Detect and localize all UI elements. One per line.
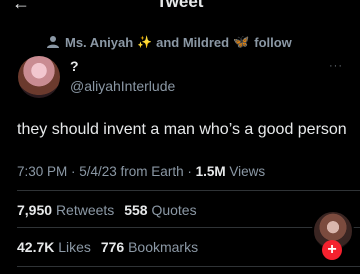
top-bar: ← Tweet bbox=[0, 0, 360, 14]
author-avatar[interactable] bbox=[18, 56, 60, 98]
likes-label[interactable]: Likes bbox=[58, 239, 91, 255]
social-context-action: follow bbox=[254, 34, 292, 50]
more-options-icon[interactable]: ··· bbox=[329, 60, 343, 72]
compose-plus-icon[interactable]: + bbox=[322, 240, 342, 260]
quotes-count[interactable]: 558 bbox=[124, 202, 147, 218]
sparkles-icon: ✨ bbox=[137, 35, 153, 49]
social-context: Ms. Aniyah ✨ and Mildred 🦋 follow bbox=[46, 34, 292, 50]
author-display-name[interactable]: ? bbox=[70, 58, 79, 74]
views-count: 1.5M bbox=[195, 164, 226, 179]
author-handle[interactable]: @aliyahInterlude bbox=[70, 78, 175, 94]
divider bbox=[17, 227, 360, 228]
quotes-label[interactable]: Quotes bbox=[151, 202, 196, 218]
divider bbox=[17, 190, 360, 191]
retweets-label[interactable]: Retweets bbox=[56, 202, 114, 218]
person-icon bbox=[47, 36, 59, 48]
bookmarks-label[interactable]: Bookmarks bbox=[128, 239, 198, 255]
stats-row-likes: 42.7K Likes 776 Bookmarks bbox=[17, 239, 204, 255]
social-context-name-2[interactable]: and Mildred bbox=[156, 35, 229, 50]
bookmarks-count[interactable]: 776 bbox=[101, 239, 124, 255]
stats-row-retweets: 7,950 Retweets 558 Quotes bbox=[17, 202, 203, 218]
tweet-text: they should invent a man who’s a good pe… bbox=[17, 121, 347, 138]
butterfly-icon: 🦋 bbox=[233, 34, 250, 49]
tweet-time-source: 7:30 PM · 5/4/23 from Earth · bbox=[17, 164, 196, 179]
tweet-metadata: 7:30 PM · 5/4/23 from Earth · 1.5M Views bbox=[17, 164, 265, 179]
social-context-name-1[interactable]: Ms. Aniyah bbox=[65, 35, 133, 50]
likes-count[interactable]: 42.7K bbox=[17, 239, 54, 255]
views-label: Views bbox=[225, 164, 266, 179]
divider bbox=[17, 266, 360, 267]
page-title: Tweet bbox=[156, 0, 204, 11]
retweets-count[interactable]: 7,950 bbox=[17, 202, 52, 218]
